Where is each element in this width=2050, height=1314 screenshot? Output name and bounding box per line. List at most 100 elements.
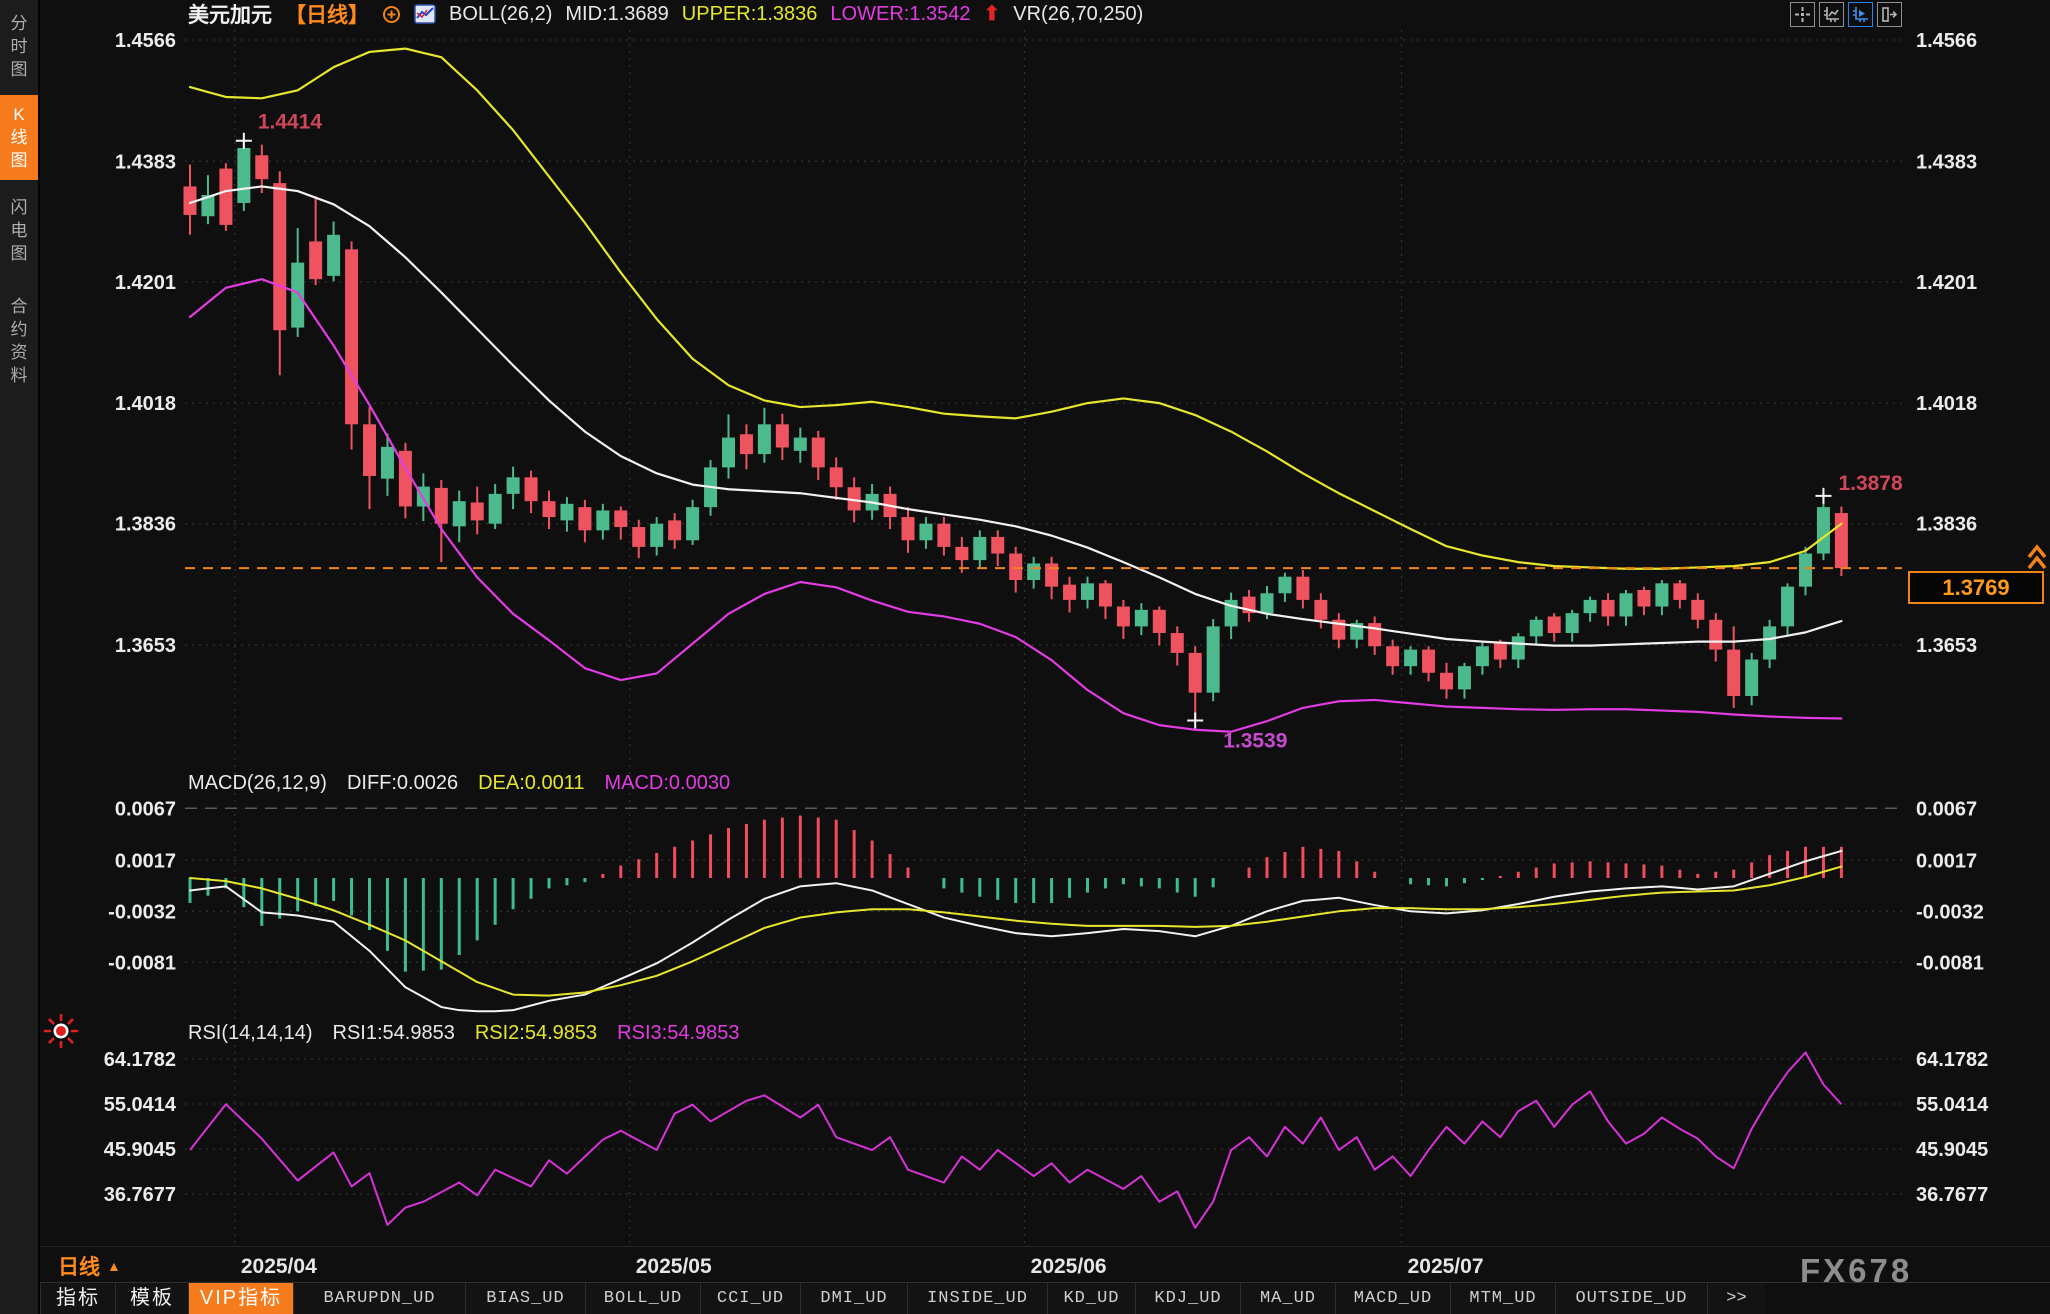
sidebar-tab-3[interactable]: 闪电图 [0, 188, 38, 273]
candle-57 [1207, 626, 1220, 692]
mini-chart-icon [414, 4, 436, 24]
rsi3-value: RSI3:54.9853 [617, 1022, 739, 1045]
sidebar: 分时图 K线图闪电图合约资料 [0, 0, 40, 1314]
candle-9 [345, 249, 358, 424]
sidebar-tab-4[interactable]: 合约资料 [0, 287, 38, 395]
alert-burst-icon[interactable] [42, 1012, 80, 1055]
candle-51 [1099, 583, 1112, 606]
candle-15 [453, 501, 466, 526]
add-indicator-icon[interactable] [382, 5, 401, 24]
macd-macd-value: MACD:0.0030 [604, 772, 730, 795]
candle-77 [1566, 613, 1579, 633]
tab-BIAS_UD[interactable]: BIAS_UD [465, 1283, 585, 1314]
symbol-name: 美元加元 [188, 0, 272, 29]
candle-81 [1637, 590, 1650, 607]
tab-more[interactable]: >> [1707, 1283, 1765, 1314]
macd-dif-line [190, 851, 1841, 1011]
candle-5 [273, 183, 286, 330]
axis-tick-label: 1.4018 [1916, 393, 1977, 415]
tab-INSIDE_UD[interactable]: INSIDE_UD [907, 1283, 1047, 1314]
tab-MACD_UD[interactable]: MACD_UD [1335, 1283, 1450, 1314]
tab-MTM_UD[interactable]: MTM_UD [1450, 1283, 1555, 1314]
month-label: 2025/05 [636, 1255, 712, 1278]
candle-66 [1368, 623, 1381, 646]
macd-histogram [189, 816, 1843, 972]
candle-7 [309, 241, 322, 279]
trough-price-label: 1.3539 [1223, 729, 1287, 752]
tab-CCI_UD[interactable]: CCI_UD [700, 1283, 800, 1314]
axis-tick-label: 64.1782 [1916, 1049, 1988, 1071]
extreme-marker-icon [1815, 488, 1831, 504]
candle-89 [1781, 587, 1794, 627]
tab-DMI_UD[interactable]: DMI_UD [800, 1283, 907, 1314]
rsi2-value: RSI2:54.9853 [475, 1022, 597, 1045]
boll-lower-value: LOWER:1.3542 [830, 3, 970, 26]
extreme-marker-icon [236, 133, 252, 149]
candle-74 [1512, 636, 1525, 659]
candle-75 [1530, 620, 1543, 637]
sidebar-tab-1[interactable]: 分时图 [0, 4, 38, 89]
candle-85 [1709, 620, 1722, 650]
axis-tick-label: 55.0414 [104, 1094, 177, 1116]
rsi-header: RSI(14,14,14) RSI1:54.9853 RSI2:54.9853 … [188, 1022, 740, 1045]
candle-63 [1314, 600, 1327, 620]
current-price-box: 1.3769 [1908, 571, 2044, 604]
candle-70 [1440, 673, 1453, 690]
candle-71 [1458, 666, 1471, 689]
axis-tick-label: 45.9045 [1916, 1139, 1988, 1161]
candle-73 [1494, 643, 1507, 660]
period-tag[interactable]: 【日线】 [285, 0, 369, 29]
month-label: 2025/06 [1031, 1255, 1107, 1278]
period-selector[interactable]: 日线 ▲ [58, 1251, 121, 1281]
axis-play-button[interactable] [1848, 2, 1873, 27]
peak-price-label: 1.4414 [258, 111, 323, 134]
sidebar-tab-2[interactable]: K线图 [0, 95, 38, 180]
candle-82 [1655, 583, 1668, 606]
candle-56 [1189, 653, 1202, 693]
chart-canvas[interactable]: 1.45661.45661.43831.43831.42011.42011.40… [0, 0, 2050, 1314]
period-selector-arrow-icon: ▲ [107, 1258, 121, 1274]
candle-88 [1763, 626, 1776, 659]
crosshair-button[interactable] [1790, 2, 1815, 27]
tab-VIP指标[interactable]: VIP指标 [188, 1283, 293, 1314]
candle-46 [1009, 554, 1022, 581]
axis-tick-label: 1.3653 [1916, 635, 1977, 657]
candle-41 [919, 524, 932, 541]
candle-47 [1027, 563, 1040, 580]
rsi-line [190, 1052, 1841, 1227]
candle-4 [255, 155, 268, 179]
price-chevrons-icon [2029, 547, 2045, 568]
tab-模板[interactable]: 模板 [115, 1283, 188, 1314]
candle-8 [327, 235, 340, 276]
rsi-name: RSI(14,14,14) [188, 1022, 313, 1045]
candle-42 [937, 524, 950, 547]
xaxis-separator [38, 1246, 2050, 1247]
candle-52 [1117, 607, 1130, 627]
candle-84 [1691, 600, 1704, 620]
axis-tick-label: 36.7677 [1916, 1184, 1988, 1206]
macd-header: MACD(26,12,9) DIFF:0.0026 DEA:0.0011 MAC… [188, 772, 730, 795]
tab-BOLL_UD[interactable]: BOLL_UD [585, 1283, 700, 1314]
candle-86 [1727, 650, 1740, 696]
month-label: 2025/04 [241, 1255, 317, 1278]
candle-34 [794, 438, 807, 451]
tab-KDJ_UD[interactable]: KDJ_UD [1135, 1283, 1240, 1314]
axis-tick-label: 0.0017 [1916, 850, 1977, 872]
tab-OUTSIDE_UD[interactable]: OUTSIDE_UD [1555, 1283, 1707, 1314]
axis-scale-button[interactable] [1819, 2, 1844, 27]
dock-panel-button[interactable] [1877, 2, 1902, 27]
axis-tick-label: -0.0081 [108, 952, 176, 974]
candle-16 [471, 502, 484, 520]
candle-33 [776, 424, 789, 447]
tab-指标[interactable]: 指标 [40, 1283, 115, 1314]
boll-label: BOLL(26,2) [449, 3, 552, 26]
tab-BARUPDN_UD[interactable]: BARUPDN_UD [293, 1283, 465, 1314]
candle-35 [812, 438, 825, 468]
candle-72 [1476, 646, 1489, 666]
tab-MA_UD[interactable]: MA_UD [1240, 1283, 1335, 1314]
candle-43 [955, 547, 968, 560]
candle-44 [973, 537, 986, 560]
candle-53 [1135, 610, 1148, 627]
tab-KD_UD[interactable]: KD_UD [1047, 1283, 1135, 1314]
candle-49 [1063, 585, 1076, 600]
